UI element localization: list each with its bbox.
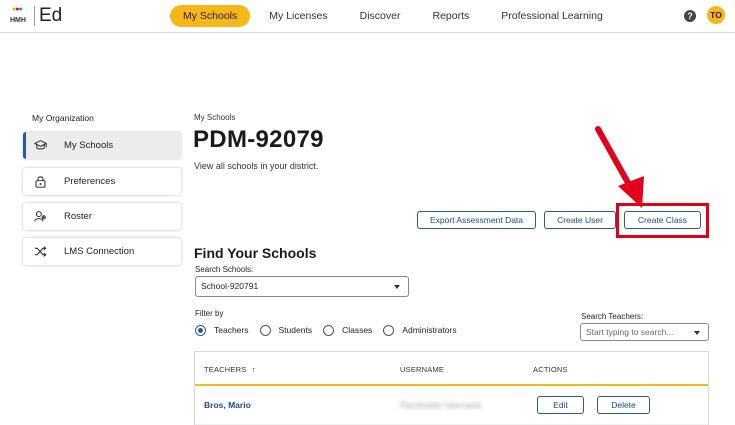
nav-reports[interactable]: Reports [419, 5, 482, 27]
chevron-down-icon [694, 331, 700, 335]
top-navigation-bar: ●●● HMH Ed My Schools My Licenses Discov… [0, 0, 735, 33]
logo-hmh-text: HMH [10, 17, 26, 24]
column-header-actions: ACTIONS [533, 365, 568, 374]
filter-teachers-radio[interactable] [195, 324, 206, 336]
user-avatar[interactable]: TO [707, 6, 725, 24]
sidebar-item-preferences[interactable]: Preferences [23, 168, 181, 195]
hmh-ed-logo[interactable]: ●●● HMH Ed [10, 5, 63, 28]
nav-discover[interactable]: Discover [347, 5, 414, 27]
column-header-username: USERNAME [400, 365, 445, 374]
filter-students-label[interactable]: Students [279, 325, 313, 335]
breadcrumb: My Schools [194, 113, 236, 122]
shuffle-icon [34, 246, 47, 257]
search-teachers-input[interactable]: Start typing to search... [580, 323, 709, 341]
sort-arrow-up-icon: ↑ [251, 365, 256, 374]
sidebar-item-my-schools[interactable]: My Schools [23, 132, 181, 159]
sidebar-item-roster[interactable]: Roster [23, 203, 181, 230]
sidebar-item-label: Preferences [64, 176, 116, 187]
nav-my-schools[interactable]: My Schools [170, 5, 251, 27]
table-row: Bros, Mario Placeholder Username Edit De… [195, 388, 708, 424]
red-annotation-arrow-icon [595, 126, 644, 208]
chevron-down-icon [394, 285, 400, 289]
teacher-username: Placeholder Username [400, 401, 482, 410]
edit-button[interactable]: Edit [537, 396, 584, 414]
filter-classes-radio[interactable] [323, 324, 335, 336]
search-schools-select[interactable]: School-920791 [195, 276, 409, 297]
column-header-label: TEACHERS [204, 365, 247, 374]
teacher-name-link[interactable]: Bros, Mario [204, 400, 251, 410]
search-schools-label: Search Schools: [195, 265, 254, 274]
logo-divider [34, 6, 35, 26]
question-circle-icon[interactable]: ? [684, 10, 696, 22]
sidebar-item-lms-connection[interactable]: LMS Connection [23, 238, 181, 265]
sidebar-item-label: LMS Connection [64, 246, 135, 257]
sidebar-title: My Organization [32, 113, 94, 123]
search-schools-value: School-920791 [201, 281, 259, 291]
filter-administrators-label[interactable]: Administrators [402, 325, 456, 335]
red-highlight-box [616, 203, 709, 238]
users-icon [34, 211, 46, 222]
filter-students-radio[interactable] [259, 324, 271, 336]
delete-button[interactable]: Delete [597, 396, 650, 414]
main-nav: My Schools My Licenses Discover Reports … [170, 5, 622, 27]
lock-icon [35, 176, 46, 188]
table-header: TEACHERS ↑ USERNAME ACTIONS [195, 352, 708, 386]
filter-administrators-radio[interactable] [383, 324, 395, 336]
filter-by-label: Filter by [195, 309, 224, 318]
graduation-cap-icon [34, 140, 47, 150]
logo-ed-text: Ed [39, 5, 63, 26]
filter-teachers-label[interactable]: Teachers [214, 325, 249, 335]
filter-classes-label[interactable]: Classes [342, 325, 372, 335]
sidebar-item-label: My Schools [64, 140, 114, 151]
nav-my-licenses[interactable]: My Licenses [256, 5, 340, 27]
page-title: PDM-92079 [193, 126, 324, 153]
logo-dots-icon: ●●● [12, 6, 23, 13]
find-schools-title: Find Your Schools [194, 245, 317, 261]
filter-radio-group: Teachers Students Classes Administrators [195, 323, 468, 337]
column-header-teachers[interactable]: TEACHERS ↑ [204, 365, 256, 374]
sidebar-item-label: Roster [64, 211, 92, 222]
search-teachers-placeholder: Start typing to search... [586, 327, 674, 337]
create-user-button[interactable]: Create User [544, 211, 616, 229]
nav-professional-learning[interactable]: Professional Learning [488, 5, 616, 27]
page-subtitle: View all schools in your district. [194, 161, 319, 171]
teachers-table: TEACHERS ↑ USERNAME ACTIONS Bros, Mario … [194, 351, 709, 425]
search-teachers-label: Search Teachers: [581, 312, 644, 321]
export-assessment-data-button[interactable]: Export Assessment Data [417, 211, 536, 229]
